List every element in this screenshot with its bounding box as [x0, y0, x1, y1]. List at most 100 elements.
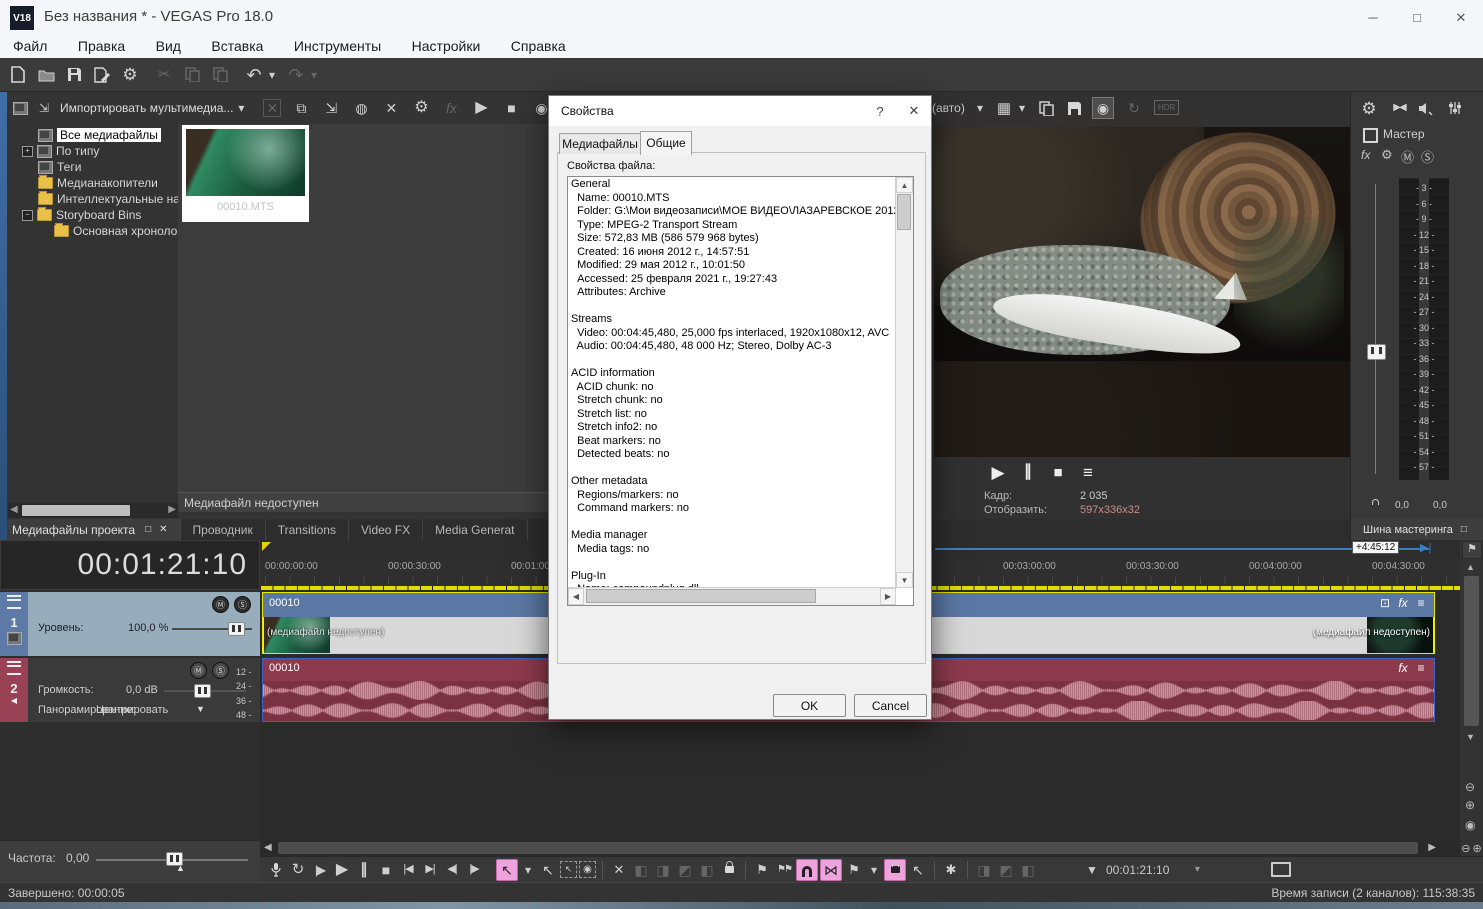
- timeline-timecode-display[interactable]: 00:01:21:10: [0, 540, 260, 590]
- mixer-send-icon-disabled[interactable]: ◨: [974, 860, 994, 880]
- transport-timecode[interactable]: 00:01:21:10: [1106, 863, 1169, 877]
- dialog-title-bar[interactable]: Свойства ? ✕: [549, 96, 931, 126]
- master-fader-handle[interactable]: [1367, 344, 1386, 360]
- tree-item-main-timeline[interactable]: Основная хронологи: [54, 223, 178, 239]
- audio-vol-knob[interactable]: [194, 684, 211, 698]
- save-project-icon[interactable]: [64, 65, 84, 85]
- ok-button[interactable]: OK: [773, 694, 846, 717]
- cancel-button[interactable]: Cancel: [854, 694, 927, 717]
- event-menu-icon[interactable]: ≡: [1413, 596, 1429, 610]
- zoom-out-vertical-icon[interactable]: ⊖: [1465, 780, 1475, 794]
- trim-end-icon-disabled[interactable]: ◨: [653, 860, 673, 880]
- media-play-icon[interactable]: ▶: [471, 98, 491, 118]
- master-square-icon[interactable]: [1363, 128, 1378, 143]
- zoom-edit-tool[interactable]: ◉: [579, 861, 596, 878]
- event-fx-icon[interactable]: fx: [1395, 661, 1411, 675]
- loop-playback-icon[interactable]: ↻: [1124, 98, 1144, 118]
- vscroll-thumb[interactable]: [897, 194, 911, 230]
- automation-gear-icon[interactable]: ⚙: [1381, 147, 1393, 163]
- menu-edit[interactable]: Правка: [65, 35, 138, 57]
- tree-item-tags[interactable]: Теги: [38, 159, 81, 175]
- play-from-start-icon[interactable]: |▶: [310, 860, 330, 880]
- hdr-icon[interactable]: HDR: [1154, 100, 1179, 115]
- copy-frame-icon[interactable]: [1036, 98, 1056, 118]
- timecode-dropdown-icon[interactable]: ▾: [1187, 860, 1207, 880]
- save-snapshot-icon[interactable]: [1064, 98, 1084, 118]
- scroll-left-icon[interactable]: ◀: [10, 504, 18, 515]
- tab-explorer[interactable]: Проводник: [181, 519, 266, 540]
- preview-stop-icon[interactable]: ■: [1048, 462, 1068, 482]
- overlays-dropdown-icon[interactable]: ▾: [1014, 100, 1030, 116]
- pan-center-icon[interactable]: ▼: [196, 704, 205, 714]
- timeline-hscroll-thumb[interactable]: [278, 842, 1418, 854]
- minimize-button[interactable]: ─: [1351, 0, 1395, 35]
- group-tool-icon[interactable]: ✱: [941, 860, 961, 880]
- tree-item-storyboard-bins[interactable]: −Storyboard Bins: [22, 207, 141, 223]
- pause-icon[interactable]: ∥: [354, 860, 374, 880]
- audio-track-strip[interactable]: 2 ◀: [0, 658, 28, 722]
- dialog-vscroll[interactable]: ▲ ▼: [895, 177, 913, 588]
- media-fx-icon[interactable]: fx: [441, 98, 461, 118]
- scroll-right-icon[interactable]: ▶: [1428, 842, 1436, 853]
- video-track-header[interactable]: 1 Ⓜ Ⓢ Уровень: 100,0 %: [0, 592, 260, 656]
- mute-circle-icon[interactable]: Ⓜ: [1401, 147, 1414, 166]
- zoom-in-vertical-icon[interactable]: ⊕: [1465, 798, 1475, 812]
- audio-mute-icon[interactable]: Ⓜ: [190, 662, 207, 679]
- capture-video-icon[interactable]: ⇲: [321, 98, 341, 118]
- dialog-help-icon[interactable]: ?: [863, 97, 897, 125]
- ripple-dropdown-icon[interactable]: ▾: [866, 862, 882, 878]
- scopes-eye-icon[interactable]: ◉: [1092, 97, 1114, 119]
- insert-bus-icon[interactable]: ▶◀: [1389, 98, 1409, 118]
- menu-file[interactable]: Файл: [0, 35, 60, 57]
- overlays-grid-icon[interactable]: ▦: [994, 98, 1014, 118]
- snapping-magnet-icon[interactable]: [796, 859, 818, 881]
- audio-solo-icon[interactable]: Ⓢ: [212, 662, 229, 679]
- video-track-strip[interactable]: 1: [0, 592, 28, 656]
- get-media-web-icon[interactable]: ◍: [351, 98, 371, 118]
- stop-icon[interactable]: ■: [376, 860, 396, 880]
- loop-playback-icon[interactable]: ↻: [288, 860, 308, 880]
- tree-item-by-type[interactable]: +По типу: [22, 143, 99, 159]
- preview-pause-icon[interactable]: ∥: [1018, 462, 1038, 482]
- master-fader-track[interactable]: [1375, 184, 1376, 474]
- close-button[interactable]: ✕: [1439, 0, 1483, 35]
- insert-marker-flag-icon[interactable]: ⚑: [752, 860, 772, 880]
- auto-ripple-icon[interactable]: ⚑: [844, 860, 864, 880]
- video-solo-icon[interactable]: Ⓢ: [234, 596, 251, 613]
- undock-icon[interactable]: □: [1461, 524, 1467, 535]
- expand-icon[interactable]: +: [22, 146, 33, 157]
- redo-icon[interactable]: ↷: [286, 65, 306, 85]
- envelope-tool[interactable]: ↖: [538, 860, 558, 880]
- tab-video-fx[interactable]: Video FX: [349, 519, 423, 540]
- marker-tool-flag-icon[interactable]: ⚑: [1462, 541, 1482, 559]
- normal-edit-tool[interactable]: ↖: [496, 859, 518, 881]
- scroll-down-icon[interactable]: ▼: [1466, 732, 1475, 742]
- event-fx-icon[interactable]: fx: [1395, 596, 1411, 610]
- selection-tool[interactable]: ↖: [560, 861, 577, 878]
- media-thumb-card[interactable]: 00010.MTS: [182, 125, 309, 222]
- master-fx-icon[interactable]: fx: [1361, 148, 1370, 162]
- previous-frame-icon[interactable]: ◀|: [442, 860, 462, 880]
- go-to-start-icon[interactable]: |◀: [398, 860, 418, 880]
- open-project-icon[interactable]: [36, 65, 56, 85]
- media-properties-icon[interactable]: ⚙: [411, 98, 431, 118]
- record-mic-icon[interactable]: [266, 860, 286, 880]
- menu-options[interactable]: Настройки: [399, 35, 494, 57]
- menu-tools[interactable]: Инструменты: [281, 35, 394, 57]
- slip-trim-icon-disabled[interactable]: ◧: [697, 860, 717, 880]
- remove-media-icon[interactable]: ✕: [381, 98, 401, 118]
- loop-start-marker[interactable]: [262, 542, 271, 551]
- tab-project-media[interactable]: Медиафайлы проекта □ ✕: [0, 519, 181, 540]
- tab-master-bus[interactable]: Шина мастеринга □: [1351, 519, 1483, 540]
- media-tree-scrollbar[interactable]: ◀ ▶: [8, 503, 178, 518]
- video-mute-icon[interactable]: Ⓜ: [212, 596, 229, 613]
- track-menu-icon[interactable]: [7, 595, 21, 609]
- scroll-left-icon[interactable]: ◀: [568, 588, 584, 605]
- tree-item-smart-bins[interactable]: Интеллектуальные нак: [38, 191, 178, 207]
- insert-region-flags-icon[interactable]: ⚑⚑: [774, 860, 794, 880]
- edit-tool-dropdown-icon[interactable]: ▾: [520, 862, 536, 878]
- media-bin-icon[interactable]: [12, 100, 28, 116]
- quality-dropdown-icon[interactable]: ▾: [972, 100, 988, 116]
- external-monitor-icon[interactable]: [1271, 860, 1291, 880]
- mixer-settings-gear-icon[interactable]: ⚙: [1359, 98, 1379, 118]
